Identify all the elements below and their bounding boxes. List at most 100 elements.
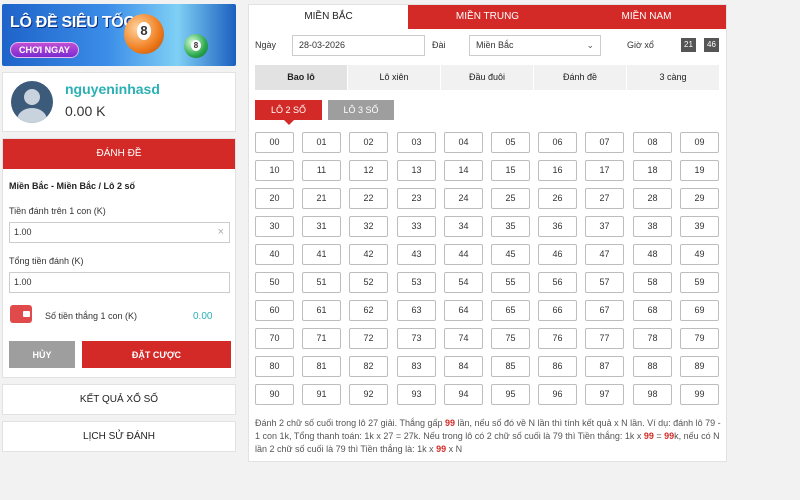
number-cell[interactable]: 22 xyxy=(349,188,388,209)
place-bet-button[interactable]: ĐẶT CƯỢC xyxy=(82,341,231,368)
number-cell[interactable]: 53 xyxy=(397,272,436,293)
number-cell[interactable]: 89 xyxy=(680,356,719,377)
tab-danh-de[interactable]: Đánh đề xyxy=(534,65,626,90)
number-cell[interactable]: 91 xyxy=(302,384,341,405)
number-cell[interactable]: 47 xyxy=(585,244,624,265)
number-cell[interactable]: 45 xyxy=(491,244,530,265)
number-cell[interactable]: 96 xyxy=(538,384,577,405)
number-cell[interactable]: 44 xyxy=(444,244,483,265)
number-cell[interactable]: 70 xyxy=(255,328,294,349)
tab-lo-xien[interactable]: Lô xiên xyxy=(348,65,440,90)
number-cell[interactable]: 83 xyxy=(397,356,436,377)
clear-icon[interactable]: × xyxy=(218,223,224,242)
number-cell[interactable]: 98 xyxy=(633,384,672,405)
number-cell[interactable]: 31 xyxy=(302,216,341,237)
number-cell[interactable]: 73 xyxy=(397,328,436,349)
per-con-input[interactable]: 1.00 × xyxy=(9,222,230,243)
number-cell[interactable]: 12 xyxy=(349,160,388,181)
tab-dau-duoi[interactable]: Đầu đuôi xyxy=(441,65,533,90)
number-cell[interactable]: 51 xyxy=(302,272,341,293)
number-cell[interactable]: 39 xyxy=(680,216,719,237)
number-cell[interactable]: 94 xyxy=(444,384,483,405)
number-cell[interactable]: 61 xyxy=(302,300,341,321)
number-cell[interactable]: 41 xyxy=(302,244,341,265)
number-cell[interactable]: 63 xyxy=(397,300,436,321)
number-cell[interactable]: 60 xyxy=(255,300,294,321)
number-cell[interactable]: 01 xyxy=(302,132,341,153)
number-cell[interactable]: 18 xyxy=(633,160,672,181)
number-cell[interactable]: 07 xyxy=(585,132,624,153)
number-cell[interactable]: 54 xyxy=(444,272,483,293)
number-cell[interactable]: 92 xyxy=(349,384,388,405)
number-cell[interactable]: 27 xyxy=(585,188,624,209)
number-cell[interactable]: 48 xyxy=(633,244,672,265)
number-cell[interactable]: 67 xyxy=(585,300,624,321)
number-cell[interactable]: 55 xyxy=(491,272,530,293)
number-cell[interactable]: 25 xyxy=(491,188,530,209)
number-cell[interactable]: 64 xyxy=(444,300,483,321)
promo-banner[interactable]: LÔ ĐỀ SIÊU TỐC CHƠI NGAY 8 8 xyxy=(2,4,236,66)
number-cell[interactable]: 69 xyxy=(680,300,719,321)
number-cell[interactable]: 08 xyxy=(633,132,672,153)
results-link[interactable]: KẾT QUẢ XỔ SỐ xyxy=(2,384,236,415)
number-cell[interactable]: 90 xyxy=(255,384,294,405)
number-cell[interactable]: 99 xyxy=(680,384,719,405)
number-cell[interactable]: 50 xyxy=(255,272,294,293)
number-cell[interactable]: 49 xyxy=(680,244,719,265)
number-cell[interactable]: 97 xyxy=(585,384,624,405)
number-cell[interactable]: 75 xyxy=(491,328,530,349)
number-cell[interactable]: 79 xyxy=(680,328,719,349)
number-cell[interactable]: 28 xyxy=(633,188,672,209)
number-cell[interactable]: 57 xyxy=(585,272,624,293)
number-cell[interactable]: 74 xyxy=(444,328,483,349)
number-cell[interactable]: 11 xyxy=(302,160,341,181)
number-cell[interactable]: 68 xyxy=(633,300,672,321)
tab-mien-trung[interactable]: MIỀN TRUNG xyxy=(408,5,567,29)
number-cell[interactable]: 43 xyxy=(397,244,436,265)
number-cell[interactable]: 37 xyxy=(585,216,624,237)
number-cell[interactable]: 71 xyxy=(302,328,341,349)
number-cell[interactable]: 84 xyxy=(444,356,483,377)
number-cell[interactable]: 40 xyxy=(255,244,294,265)
number-cell[interactable]: 04 xyxy=(444,132,483,153)
number-cell[interactable]: 26 xyxy=(538,188,577,209)
number-cell[interactable]: 06 xyxy=(538,132,577,153)
number-cell[interactable]: 34 xyxy=(444,216,483,237)
number-cell[interactable]: 58 xyxy=(633,272,672,293)
number-cell[interactable]: 09 xyxy=(680,132,719,153)
cancel-button[interactable]: HỦY xyxy=(9,341,75,368)
number-cell[interactable]: 10 xyxy=(255,160,294,181)
history-link[interactable]: LỊCH SỬ ĐÁNH xyxy=(2,421,236,452)
number-cell[interactable]: 77 xyxy=(585,328,624,349)
number-cell[interactable]: 33 xyxy=(397,216,436,237)
dai-select[interactable]: Miền Bắc ⌄ xyxy=(469,35,601,56)
number-cell[interactable]: 00 xyxy=(255,132,294,153)
tab-bao-lo[interactable]: Bao lô xyxy=(255,65,347,90)
number-cell[interactable]: 87 xyxy=(585,356,624,377)
total-input[interactable]: 1.00 xyxy=(9,272,230,293)
number-cell[interactable]: 81 xyxy=(302,356,341,377)
number-cell[interactable]: 14 xyxy=(444,160,483,181)
number-cell[interactable]: 24 xyxy=(444,188,483,209)
number-cell[interactable]: 78 xyxy=(633,328,672,349)
number-cell[interactable]: 20 xyxy=(255,188,294,209)
number-cell[interactable]: 02 xyxy=(349,132,388,153)
number-cell[interactable]: 95 xyxy=(491,384,530,405)
date-input[interactable]: 28-03-2026 xyxy=(292,35,425,56)
tab-mien-nam[interactable]: MIỀN NAM xyxy=(567,5,726,29)
number-cell[interactable]: 23 xyxy=(397,188,436,209)
lo-3-so-button[interactable]: LÔ 3 SỐ xyxy=(328,100,394,120)
number-cell[interactable]: 65 xyxy=(491,300,530,321)
number-cell[interactable]: 16 xyxy=(538,160,577,181)
number-cell[interactable]: 76 xyxy=(538,328,577,349)
number-cell[interactable]: 38 xyxy=(633,216,672,237)
number-cell[interactable]: 36 xyxy=(538,216,577,237)
play-now-button[interactable]: CHƠI NGAY xyxy=(10,42,79,58)
number-cell[interactable]: 35 xyxy=(491,216,530,237)
number-cell[interactable]: 32 xyxy=(349,216,388,237)
number-cell[interactable]: 17 xyxy=(585,160,624,181)
number-cell[interactable]: 62 xyxy=(349,300,388,321)
number-cell[interactable]: 29 xyxy=(680,188,719,209)
number-cell[interactable]: 72 xyxy=(349,328,388,349)
tab-3-cang[interactable]: 3 càng xyxy=(627,65,719,90)
